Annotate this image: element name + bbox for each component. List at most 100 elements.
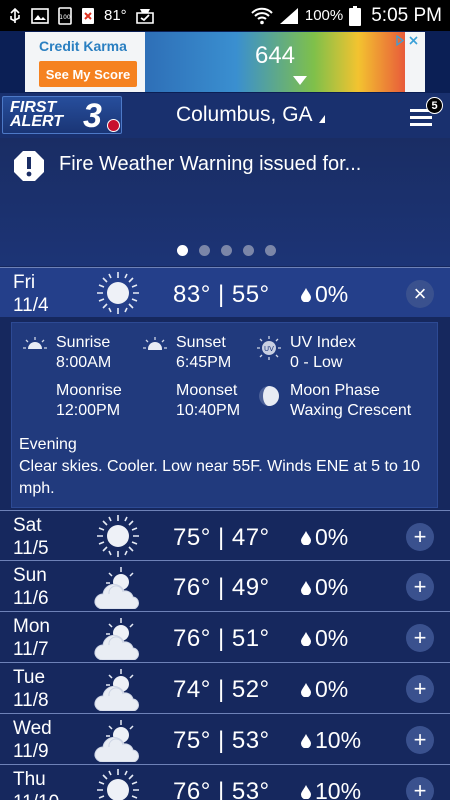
svg-text:UV: UV [264, 345, 274, 353]
raindrop-icon [301, 682, 311, 697]
adchoices-icon[interactable] [393, 34, 421, 48]
raindrop-icon [301, 580, 311, 595]
expand-button[interactable]: + [406, 523, 434, 551]
moon-phase-value: Waxing Crescent [290, 402, 412, 419]
carousel-pagination[interactable] [177, 245, 276, 256]
forecast-day-row[interactable]: Sun 11/6 76° | 49° 0% + [0, 560, 450, 610]
partly-cloudy-icon [89, 563, 147, 610]
usb-icon [8, 7, 22, 24]
alert-carousel[interactable]: Fire Weather Warning issued for... [0, 138, 450, 266]
precip-value: 10% [315, 727, 362, 753]
carousel-dot[interactable] [265, 245, 276, 256]
carousel-dot[interactable] [199, 245, 210, 256]
uv-index-label: UV Index [290, 334, 356, 351]
moonset-value: 10:40PM [176, 402, 241, 419]
carousel-dot[interactable] [177, 245, 188, 256]
sunny-icon [89, 767, 147, 800]
forecast-day-row[interactable]: Tue 11/8 74° | 52° 0% + [0, 662, 450, 712]
partly-cloudy-icon [89, 665, 147, 712]
uv-index-icon: UV [257, 336, 281, 360]
precipitation-chance: 0% [301, 574, 348, 601]
notification-badge: 5 [426, 97, 443, 114]
precipitation-chance: 0% [301, 676, 348, 703]
alert-text[interactable]: Fire Weather Warning issued for... [59, 153, 361, 176]
precipitation-chance: 0% [301, 281, 348, 308]
expand-button[interactable]: + [406, 573, 434, 601]
forecast-day-row[interactable]: Thu 11/10 76° | 53° 10% + [0, 764, 450, 800]
temperature-range: 75° | 53° [173, 727, 270, 754]
partly-cloudy-icon [89, 614, 147, 661]
raindrop-icon [301, 530, 311, 545]
battery-icon [349, 5, 362, 26]
plus-icon: + [413, 574, 427, 599]
forecast-day-row[interactable]: Sat 11/5 75° | 47° 0% + [0, 510, 450, 560]
moon-phase-label: Moon Phase [290, 382, 380, 399]
carousel-dot[interactable] [221, 245, 232, 256]
expand-button[interactable]: + [406, 777, 434, 800]
location-selector[interactable]: Columbus, GA [176, 103, 325, 127]
precip-value: 0% [315, 574, 349, 600]
day-date: 11/6 [13, 588, 49, 609]
precip-value: 0% [315, 281, 349, 307]
plus-icon: + [413, 625, 427, 650]
score-gauge: 644 [145, 32, 405, 92]
plus-icon: + [413, 524, 427, 549]
temperature-range: 76° | 53° [173, 778, 270, 800]
forecast-period: Evening [19, 436, 77, 453]
precip-value: 10% [315, 778, 362, 800]
status-bar: 100 81° 100% 5:05 PM [0, 0, 450, 31]
signal-icon [279, 7, 299, 25]
location-name: Columbus, GA [176, 103, 313, 126]
expand-button[interactable]: + [406, 624, 434, 652]
day-date: 11/10 [13, 792, 59, 800]
sunrise-value: 8:00AM [56, 354, 112, 371]
sunny-icon [89, 270, 147, 316]
expand-button[interactable]: + [406, 726, 434, 754]
sunrise-label: Sunrise [56, 334, 111, 351]
logo-text: FIRST ALERT [10, 99, 64, 130]
carousel-dot[interactable] [243, 245, 254, 256]
credit-karma-ad[interactable]: Credit Karma See My Score 644 [25, 32, 425, 92]
day-date: 11/8 [13, 690, 49, 711]
sunset-value: 6:45PM [176, 354, 232, 371]
day-name: Wed [13, 718, 52, 739]
uv-index-value: 0 - Low [290, 354, 343, 371]
raindrop-icon [301, 287, 311, 302]
cbs-eye-icon [107, 119, 120, 132]
ad-banner[interactable]: Credit Karma See My Score 644 [0, 31, 450, 93]
moonset-cell: Moonset 10:40PM [142, 381, 240, 421]
warning-icon [14, 151, 44, 181]
temperature-range: 76° | 49° [173, 574, 270, 601]
checklist-icon [135, 8, 154, 24]
day-date: 11/7 [13, 639, 49, 660]
forecast-day-row[interactable]: Fri 11/4 83° | 55° 0% × [0, 267, 450, 317]
forecast-day-row[interactable]: Wed 11/9 75° | 53° 10% + [0, 713, 450, 763]
menu-button[interactable]: 5 [408, 97, 444, 131]
moon-phase-cell: Moon Phase Waxing Crescent [256, 381, 411, 421]
ad-brand: Credit Karma [39, 38, 127, 54]
svg-text:100: 100 [59, 14, 71, 21]
moonrise-label: Moonrise [56, 382, 122, 399]
precipitation-chance: 0% [301, 524, 348, 551]
day-name: Fri [13, 272, 36, 293]
day-name: Tue [13, 667, 46, 688]
collapse-button[interactable]: × [406, 280, 434, 308]
clock: 5:05 PM [371, 4, 442, 26]
day-name: Sat [13, 515, 42, 536]
forecast-day-row[interactable]: Mon 11/7 76° | 51° 0% + [0, 611, 450, 661]
sunset-label: Sunset [176, 334, 226, 351]
moonrise-icon [27, 386, 37, 406]
sunset-icon [143, 337, 167, 358]
raindrop-icon [301, 784, 311, 799]
gallery-icon [31, 7, 49, 24]
moon-phase-icon [259, 386, 279, 406]
expand-button[interactable]: + [406, 675, 434, 703]
moonset-icon [147, 386, 157, 406]
plus-icon: + [413, 676, 427, 701]
temperature-range: 75° | 47° [173, 524, 270, 551]
sunset-cell: Sunset 6:45PM [142, 333, 231, 373]
precipitation-chance: 10% [301, 778, 361, 800]
see-my-score-button[interactable]: See My Score [39, 61, 137, 87]
day-name: Thu [13, 769, 46, 790]
raindrop-icon [301, 631, 311, 646]
